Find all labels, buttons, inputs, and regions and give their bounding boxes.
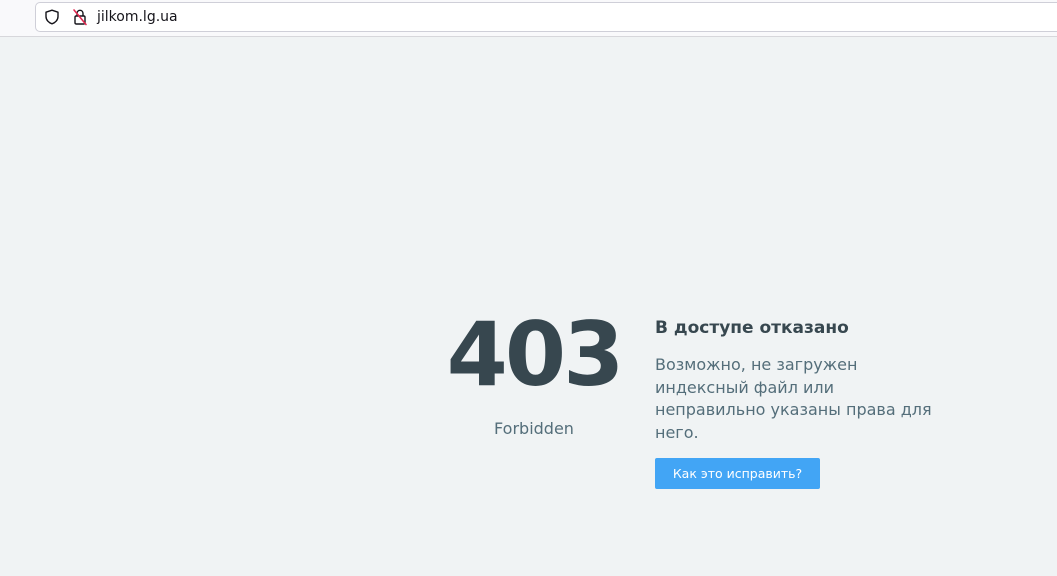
error-description: Возможно, не загружен индексный файл или… [655, 355, 932, 442]
insecure-lock-icon[interactable] [72, 8, 88, 26]
how-to-fix-button[interactable]: Как это исправить? [655, 458, 820, 489]
error-code: 403 [446, 303, 625, 406]
url-text[interactable]: jilkom.lg.ua [97, 8, 178, 26]
address-bar[interactable]: jilkom.lg.ua [35, 2, 1057, 32]
error-title: В доступе отказано [655, 318, 849, 338]
browser-toolbar: jilkom.lg.ua [0, 0, 1057, 37]
error-info-block: В доступе отказано Возможно, не загружен… [655, 316, 955, 489]
shield-icon[interactable] [44, 9, 60, 25]
error-status: Forbidden [494, 419, 574, 438]
error-code-block: 403 Forbidden [445, 303, 625, 439]
